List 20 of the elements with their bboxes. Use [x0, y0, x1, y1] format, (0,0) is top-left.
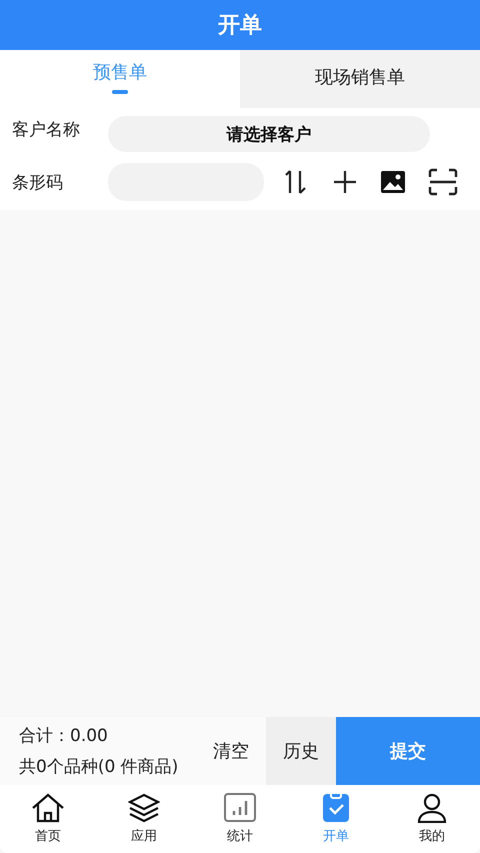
bar-chart-icon: [224, 793, 256, 823]
nav-item[interactable]: 首页: [0, 785, 96, 853]
nav-item[interactable]: 统计: [192, 785, 288, 853]
tab[interactable]: 现场销售单: [240, 50, 480, 108]
field-label: 客户名称: [11, 119, 81, 141]
nav-item[interactable]: 我的: [384, 785, 480, 853]
image-icon[interactable]: [380, 170, 406, 194]
home-icon: [31, 793, 65, 823]
nav-item[interactable]: 应用: [96, 785, 192, 853]
clipboard-check-icon: [322, 793, 350, 823]
item-count: 共0个品种(0 件商品): [19, 756, 180, 778]
layers-icon: [128, 793, 160, 823]
plus-icon[interactable]: [332, 169, 358, 195]
customer-select-button[interactable]: 请选择客户: [108, 116, 430, 152]
history-button[interactable]: 历史: [266, 717, 336, 785]
person-icon: [417, 793, 447, 823]
total-amount: 合计：0.00: [19, 725, 109, 747]
scan-icon[interactable]: [428, 168, 458, 196]
field-label: 条形码: [11, 172, 64, 194]
page-title: 开单: [218, 12, 262, 40]
